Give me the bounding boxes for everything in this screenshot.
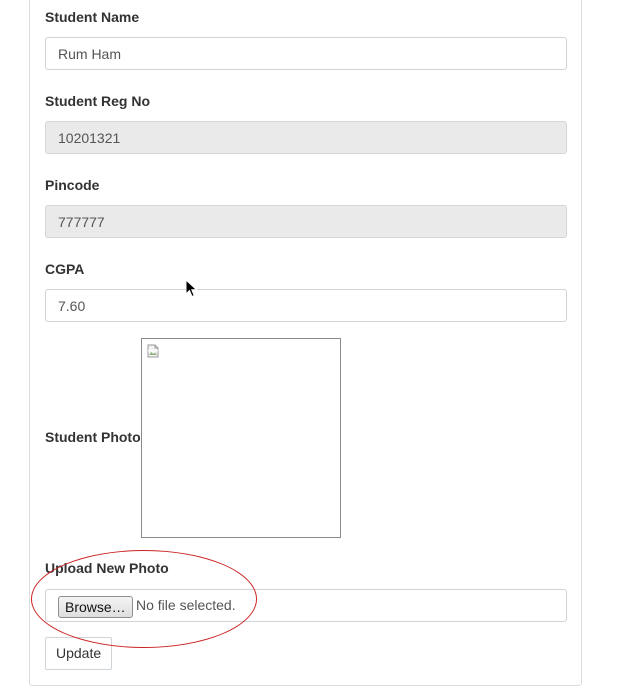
cgpa-label: CGPA: [45, 261, 85, 277]
broken-image-icon: [147, 344, 159, 358]
student-photo: [141, 338, 341, 538]
cgpa-input[interactable]: [45, 289, 567, 322]
mouse-cursor-icon: [185, 279, 198, 298]
student-name-input[interactable]: [45, 37, 567, 70]
reg-no-label: Student Reg No: [45, 93, 150, 109]
browse-button[interactable]: Browse…: [58, 596, 133, 618]
pincode-input: [45, 205, 567, 238]
upload-photo-label: Upload New Photo: [45, 560, 169, 576]
update-button[interactable]: Update: [45, 637, 113, 670]
photo-file-input[interactable]: Browse… No file selected.: [45, 589, 567, 622]
reg-no-input: [45, 121, 567, 154]
pincode-label: Pincode: [45, 177, 100, 193]
file-status-text: No file selected.: [136, 597, 236, 613]
student-name-label: Student Name: [45, 9, 140, 25]
student-photo-label: Student Photo: [45, 429, 141, 445]
